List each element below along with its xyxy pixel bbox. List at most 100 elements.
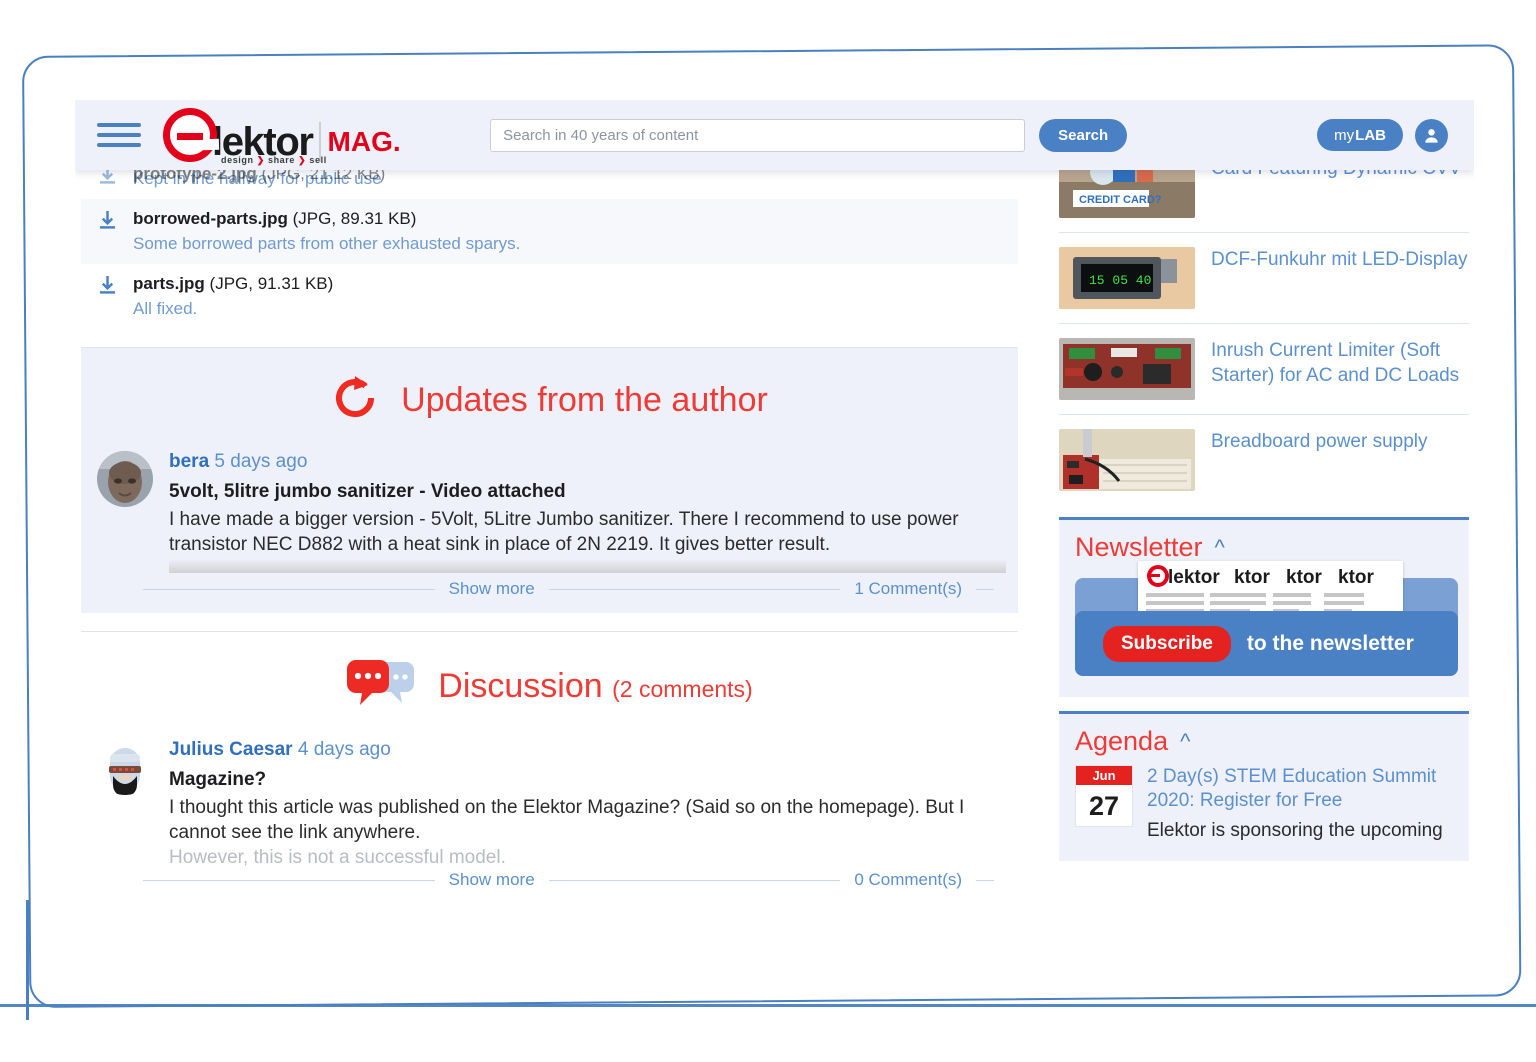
divider [976, 879, 995, 881]
device-frame-left-edge [26, 900, 29, 1020]
agenda-header: Agenda ^ [1075, 726, 1453, 757]
led-clock-photo: 15 05 40 [1059, 247, 1195, 309]
brand-tagline: design ❯ share ❯ sell [221, 155, 327, 166]
chevron-right-icon: ❯ [256, 155, 265, 165]
chevron-up-icon[interactable]: ^ [1180, 730, 1190, 753]
discussion-title-text: Discussion [438, 667, 603, 705]
attachment-body: borrowed-parts.jpg (JPG, 89.31 KB) Some … [133, 207, 1018, 256]
calendar-month: Jun [1076, 766, 1132, 785]
svg-text:lektor: lektor [1168, 567, 1220, 588]
agenda-event-description: Elektor is sponsoring the upcoming [1147, 820, 1443, 841]
svg-text:ktor: ktor [1286, 567, 1323, 588]
hamburger-menu-icon[interactable] [97, 123, 141, 147]
divider [143, 879, 435, 881]
agenda-widget: Agenda ^ Jun 27 2 Day(s) STEM Education … [1059, 711, 1469, 861]
attachment-filename: borrowed-parts.jpg [133, 209, 288, 228]
hamburger-bar [97, 133, 141, 137]
discussion-section: Discussion (2 comments) Julius Caesar 4 … [81, 631, 1018, 904]
svg-text:CREDIT CARD?: CREDIT CARD? [1079, 194, 1162, 206]
discussion-post: Julius Caesar 4 days ago Magazine? I tho… [81, 731, 1018, 870]
related-articles-list: CREDIT CARD? Card Featuring Dynamic CVV … [1059, 142, 1469, 505]
update-post-body: bera 5 days ago 5volt, 5litre jumbo sani… [169, 447, 1018, 573]
search-button[interactable]: Search [1039, 118, 1128, 152]
post-text: I have made a bigger version - 5Volt, 5L… [169, 509, 959, 555]
updates-title: Updates from the author [401, 381, 768, 419]
brand-mag: MAG. [318, 122, 401, 162]
attachment-name-line: parts.jpg (JPG, 91.31 KB) [133, 272, 1018, 296]
elektor-logo[interactable]: lektor MAG. design ❯ share ❯ sell [163, 108, 401, 165]
agenda-event[interactable]: Jun 27 2 Day(s) STEM Education Summit 20… [1075, 765, 1453, 845]
post-meta: bera 5 days ago [169, 447, 1006, 477]
svg-text:ktor: ktor [1234, 567, 1271, 588]
hamburger-bar [97, 143, 141, 147]
refresh-icon [331, 374, 379, 427]
newsletter-cta: Subscribe to the newsletter [1075, 611, 1458, 676]
search-input[interactable] [490, 118, 1026, 152]
newsletter-header: Newsletter ^ [1075, 532, 1453, 563]
discussion-title: Discussion (2 comments) [438, 667, 752, 706]
agenda-title: Agenda [1075, 726, 1169, 756]
subscribe-button[interactable]: Subscribe [1103, 625, 1231, 662]
attachment-list: prototype-2.jpg (JPG, 21.12 KB) Kept in … [81, 154, 1018, 329]
newsletter-cta-text: to the newsletter [1246, 631, 1414, 655]
chevron-up-icon[interactable]: ^ [1215, 536, 1225, 559]
discussion-count: (2 comments) [612, 676, 753, 702]
device-frame-bottom-edge [0, 1004, 1536, 1007]
related-article-title[interactable]: DCF-Funkuhr mit LED-Display [1211, 247, 1468, 309]
attachment-row[interactable]: borrowed-parts.jpg (JPG, 89.31 KB) Some … [81, 199, 1018, 264]
tagline-design: design [221, 155, 254, 165]
post-meta: Julius Caesar 4 days ago [169, 735, 1006, 765]
breadboard-photo [1059, 429, 1195, 491]
sidebar: CREDIT CARD? Card Featuring Dynamic CVV … [1059, 154, 1469, 861]
related-article-title[interactable]: Inrush Current Limiter (Soft Starter) fo… [1211, 338, 1469, 400]
update-post-footer: Show more 1 Comment(s) [81, 573, 1018, 613]
attachment-meta: (JPG, 89.31 KB) [292, 209, 417, 228]
attachment-row[interactable]: parts.jpg (JPG, 91.31 KB) All fixed. [81, 264, 1018, 329]
tagline-share: share [267, 155, 296, 165]
divider [976, 588, 995, 590]
attachment-description: All fixed. [133, 299, 198, 318]
attachment-body: parts.jpg (JPG, 91.31 KB) All fixed. [133, 272, 1018, 321]
post-author[interactable]: bera [169, 451, 209, 472]
related-article-title[interactable]: Breadboard power supply [1211, 429, 1428, 491]
divider [548, 879, 841, 881]
post-timestamp: 4 days ago [297, 739, 391, 760]
discussion-header: Discussion (2 comments) [81, 632, 1018, 731]
related-article-item[interactable]: 15 05 40 DCF-Funkuhr mit LED-Display [1059, 233, 1469, 324]
tagline-sell: sell [309, 155, 327, 165]
avatar [97, 739, 153, 795]
attachment-meta: (JPG, 91.31 KB) [209, 274, 334, 293]
attachment-description: Some borrowed parts from other exhausted… [133, 234, 521, 253]
newsletter-title: Newsletter [1075, 532, 1203, 562]
comment-count-link[interactable]: 0 Comment(s) [854, 870, 962, 890]
browser-viewport: lektor MAG. design ❯ share ❯ sell Search… [75, 100, 1474, 980]
divider [548, 588, 841, 590]
comment-count-link[interactable]: 1 Comment(s) [854, 579, 962, 599]
show-more-link[interactable]: Show more [449, 579, 535, 599]
download-icon[interactable] [81, 272, 133, 321]
divider [143, 588, 435, 590]
hamburger-bar [97, 123, 141, 127]
discussion-post-body: Julius Caesar 4 days ago Magazine? I tho… [169, 735, 1018, 870]
post-author[interactable]: Julius Caesar [169, 739, 293, 760]
svg-text:15 05 40: 15 05 40 [1089, 273, 1151, 288]
attachment-filename: parts.jpg [133, 274, 205, 293]
chevron-right-icon: ❯ [298, 155, 307, 165]
newsletter-widget: Newsletter ^ lektor ktor ktor ktor Subsc… [1059, 517, 1469, 697]
show-more-link[interactable]: Show more [449, 870, 535, 890]
post-subject: 5volt, 5litre jumbo sanitizer - Video at… [169, 481, 566, 502]
related-article-item[interactable]: Breadboard power supply [1059, 415, 1469, 505]
agenda-event-title[interactable]: 2 Day(s) STEM Education Summit 2020: Reg… [1147, 765, 1453, 813]
mylab-button[interactable]: my LAB [1317, 119, 1403, 151]
updates-section: Updates from the author bera 5 days ago … [81, 347, 1018, 613]
download-icon[interactable] [81, 207, 133, 256]
newsletter-card: lektor ktor ktor ktor Subscribe to the n… [1075, 561, 1458, 681]
calendar-badge: Jun 27 [1075, 765, 1133, 827]
update-post: bera 5 days ago 5volt, 5litre jumbo sani… [81, 443, 1018, 573]
elektor-e-icon [163, 108, 217, 162]
svg-text:ktor: ktor [1338, 567, 1375, 588]
post-timestamp: 5 days ago [214, 451, 308, 472]
avatar [97, 451, 153, 507]
account-icon[interactable] [1415, 118, 1448, 152]
related-article-item[interactable]: Inrush Current Limiter (Soft Starter) fo… [1059, 324, 1469, 415]
